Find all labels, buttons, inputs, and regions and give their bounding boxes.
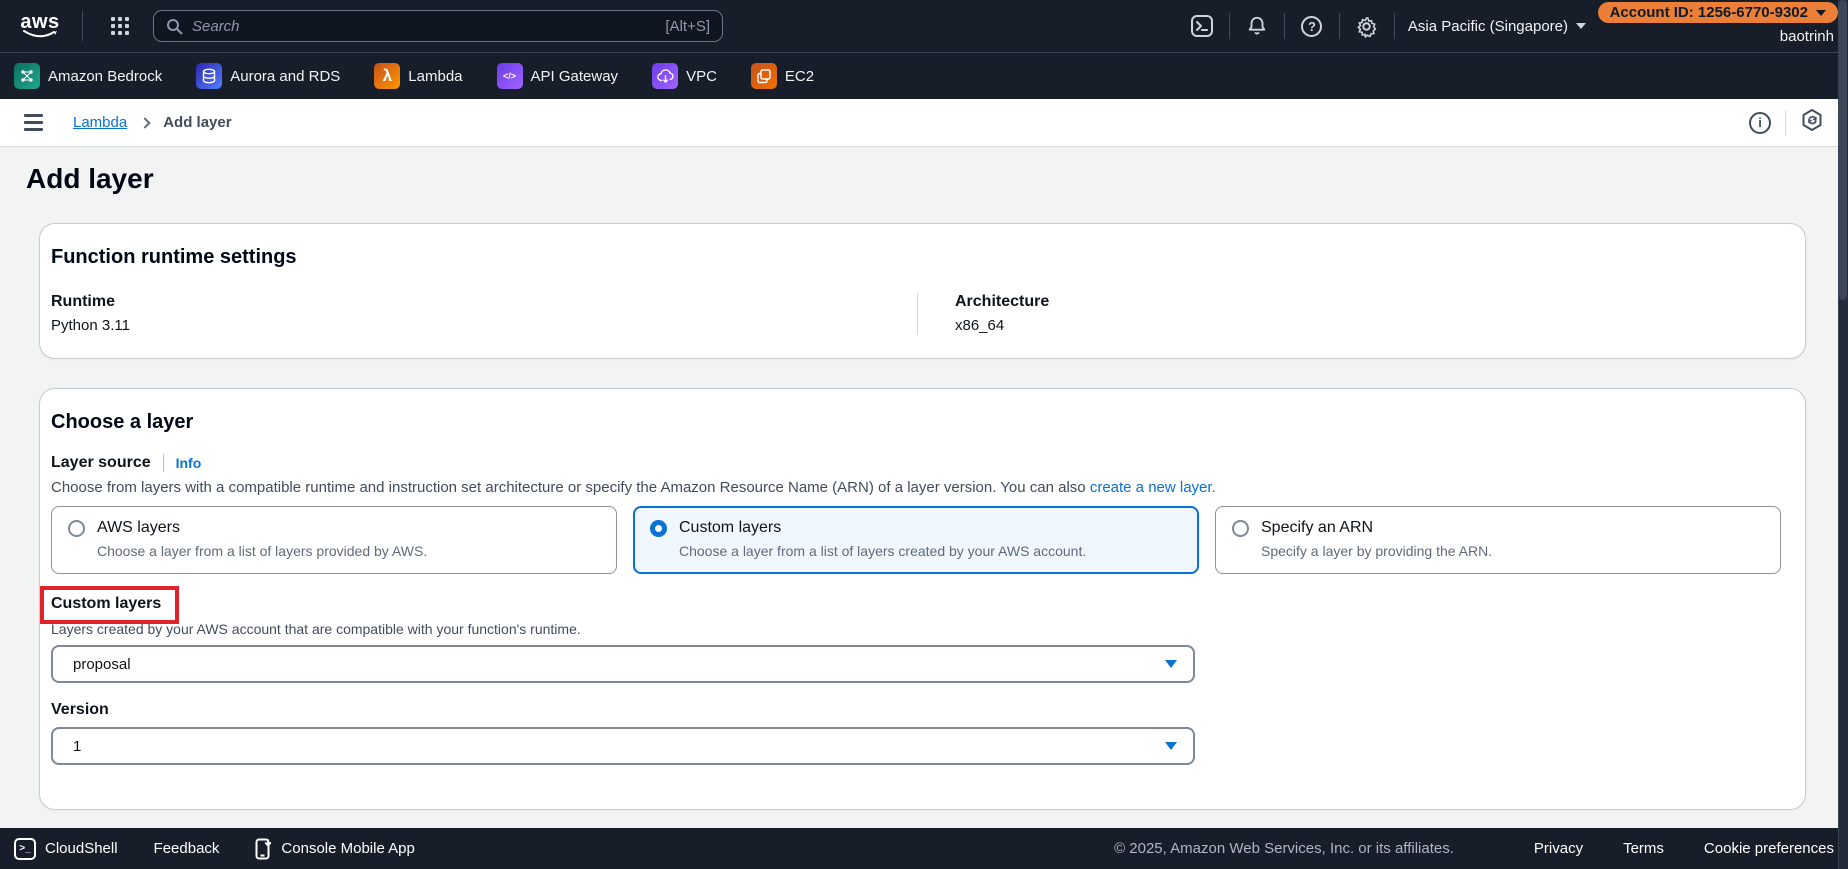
select-caret-icon	[1165, 742, 1177, 750]
favorite-label: Lambda	[408, 67, 463, 85]
favorite-label: VPC	[686, 67, 717, 85]
favorite-vpc[interactable]: VPC	[652, 63, 717, 89]
bedrock-icon	[14, 63, 40, 89]
layer-source-options: AWS layers Choose a layer from a list of…	[51, 506, 1781, 574]
page-title: Add layer	[26, 163, 154, 194]
version-select-value: 1	[73, 737, 82, 755]
runtime-card-title: Function runtime settings	[51, 246, 297, 268]
page-scrollbar[interactable]	[1838, 0, 1848, 869]
custom-layers-description: Layers created by your AWS account that …	[51, 621, 581, 637]
search-shortcut: [Alt+S]	[665, 17, 710, 35]
ec2-icon	[750, 63, 777, 89]
help-icon[interactable]: ?	[1298, 12, 1326, 40]
cloudshell-icon[interactable]	[1188, 12, 1216, 40]
chevron-down-icon	[1576, 23, 1586, 29]
topbar-separator	[1283, 13, 1285, 39]
vpc-icon	[652, 63, 679, 89]
favorite-label: Amazon Bedrock	[48, 67, 163, 85]
favorite-ec2[interactable]: EC2	[750, 63, 815, 89]
top-navigation-bar: aws [Alt+S]	[0, 0, 1848, 52]
terms-link[interactable]: Terms	[1623, 840, 1664, 857]
main-content: Add layer Function runtime settings Runt…	[0, 163, 1848, 810]
search-input[interactable]	[192, 17, 666, 35]
cookie-preferences-link[interactable]: Cookie preferences	[1704, 840, 1834, 857]
favorites-bar: Amazon Bedrock Aurora and RDS λ Lambda <…	[0, 52, 1848, 99]
cloudshell-terminal-icon: >_	[14, 837, 36, 860]
info-panel-icon[interactable]: i	[1749, 111, 1771, 134]
function-runtime-settings-card: Function runtime settings Runtime Python…	[39, 223, 1806, 359]
info-link[interactable]: Info	[176, 455, 202, 471]
favorite-lambda[interactable]: λ Lambda	[374, 63, 463, 89]
aws-logo[interactable]: aws	[18, 12, 62, 39]
radio-custom-layers[interactable]	[650, 519, 667, 537]
favorite-label: EC2	[784, 67, 815, 85]
footer-bar: >_ CloudShell Feedback Console Mobile Ap…	[0, 828, 1848, 869]
topbar-divider	[82, 11, 83, 41]
tile-custom-layers[interactable]: Custom layers Choose a layer from a list…	[633, 506, 1199, 574]
region-label: Asia Pacific (Singapore)	[1407, 17, 1568, 35]
create-new-layer-link[interactable]: create a new layer.	[1090, 479, 1216, 496]
global-search[interactable]: [Alt+S]	[153, 10, 723, 42]
favorite-label: API Gateway	[530, 67, 619, 85]
custom-layers-label: Custom layers	[51, 595, 162, 612]
layer-source-description: Choose from layers with a compatible run…	[51, 479, 1216, 496]
cloudformation-hexagon-icon[interactable]	[1800, 108, 1824, 137]
breadcrumb-current: Add layer	[163, 114, 232, 131]
favorite-label: Aurora and RDS	[230, 67, 341, 85]
architecture-value: x86_64	[955, 317, 1005, 334]
settings-gear-icon[interactable]	[1353, 12, 1381, 40]
topbar-separator	[1338, 13, 1340, 39]
runtime-value: Python 3.11	[51, 317, 130, 334]
scrollbar-thumb[interactable]	[1839, 0, 1847, 300]
label-divider	[162, 454, 164, 472]
privacy-link[interactable]: Privacy	[1534, 840, 1583, 857]
tile-aws-layers[interactable]: AWS layers Choose a layer from a list of…	[51, 506, 617, 574]
username-label: baotrinh	[1779, 28, 1834, 45]
search-icon	[167, 18, 183, 35]
breadcrumb-lambda-link[interactable]: Lambda	[73, 114, 127, 131]
layer-card-title: Choose a layer	[51, 411, 194, 433]
version-select[interactable]: 1	[51, 727, 1195, 765]
custom-layer-select-value: proposal	[73, 655, 131, 673]
lambda-icon: λ	[374, 63, 401, 89]
radio-specify-an-arn[interactable]	[1232, 519, 1249, 537]
radio-aws-layers[interactable]	[68, 519, 85, 537]
account-area: Account ID: 1256-6770-9302 baotrinh	[1597, 2, 1838, 45]
footer-feedback[interactable]: Feedback	[154, 840, 220, 857]
favorite-aurora-and-rds[interactable]: Aurora and RDS	[196, 63, 340, 89]
topbar-separator	[1228, 13, 1230, 39]
tile-specify-an-arn[interactable]: Specify an ARN Specify a layer by provid…	[1215, 506, 1781, 574]
footer-cloudshell[interactable]: >_ CloudShell	[14, 837, 118, 860]
favorite-amazon-bedrock[interactable]: Amazon Bedrock	[14, 63, 162, 89]
breadcrumb-chevron-icon	[139, 116, 151, 129]
layer-source-label: Layer source	[51, 454, 151, 471]
select-caret-icon	[1165, 660, 1177, 668]
chevron-down-icon	[1816, 9, 1826, 16]
notifications-bell-icon[interactable]	[1243, 12, 1271, 40]
mobile-app-icon	[255, 838, 272, 859]
aws-smile-icon	[23, 30, 57, 38]
architecture-label: Architecture	[955, 293, 1050, 310]
api-gateway-icon: </>	[496, 63, 523, 89]
custom-layer-select[interactable]: proposal	[51, 645, 1195, 683]
choose-a-layer-card: Choose a layer Layer source Info Choose …	[39, 388, 1806, 810]
account-id-label: Account ID: 1256-6770-9302	[1609, 4, 1808, 21]
services-menu-icon[interactable]	[111, 17, 129, 35]
aurora-rds-icon	[196, 63, 223, 89]
breadcrumb-bar: Lambda Add layer i	[0, 99, 1848, 147]
breadcrumb-separator	[1785, 109, 1786, 136]
account-id-badge[interactable]: Account ID: 1256-6770-9302	[1597, 2, 1838, 23]
architecture-column: Architecture x86_64	[917, 293, 1049, 334]
topbar-separator	[1393, 13, 1395, 39]
version-label: Version	[51, 701, 109, 718]
region-selector[interactable]: Asia Pacific (Singapore)	[1408, 18, 1586, 35]
footer-console-mobile-app[interactable]: Console Mobile App	[255, 838, 415, 860]
copyright-text: © 2025, Amazon Web Services, Inc. or its…	[1114, 840, 1454, 857]
runtime-column: Runtime Python 3.11	[51, 293, 917, 334]
runtime-label: Runtime	[51, 293, 115, 310]
side-menu-icon[interactable]	[24, 114, 43, 131]
favorite-api-gateway[interactable]: </> API Gateway	[496, 63, 619, 89]
